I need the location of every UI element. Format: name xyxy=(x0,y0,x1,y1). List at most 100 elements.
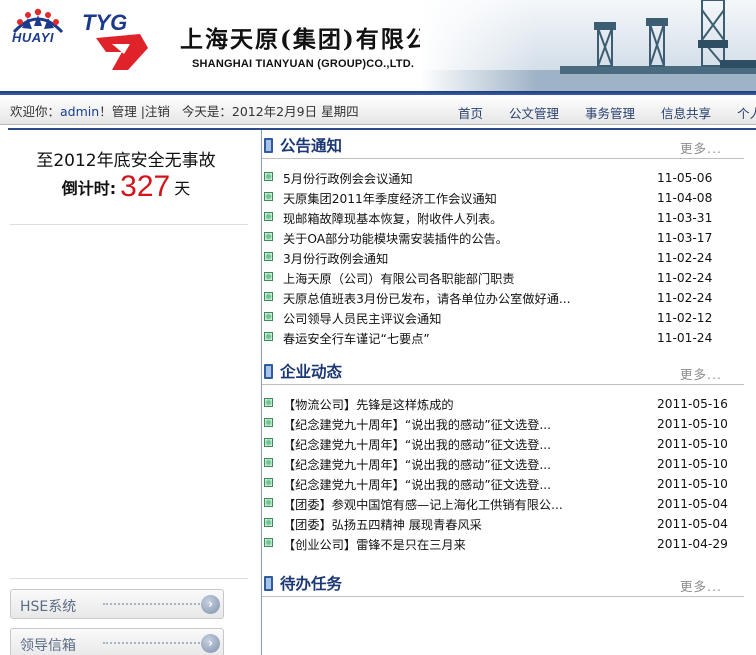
bullet-icon xyxy=(264,292,273,301)
today-label: 今天是： xyxy=(181,104,232,119)
list-item-date: 11-03-17 xyxy=(657,231,713,245)
bullet-icon xyxy=(264,478,273,487)
list-item[interactable]: 现邮箱故障现基本恢复，附收件人列表。 11-03-31 xyxy=(262,208,756,228)
bullet-icon xyxy=(264,212,273,221)
username: admin xyxy=(60,104,100,119)
list-item-date: 11-02-12 xyxy=(657,311,713,325)
divider xyxy=(262,596,744,597)
list-item-date: 11-02-24 xyxy=(657,291,713,305)
list-item[interactable]: 【纪念建党九十周年】“说出我的感动”征文选登... 2011-05-10 xyxy=(262,414,756,434)
list-item[interactable]: 【创业公司】雷锋不是只在三月来 2011-04-29 xyxy=(262,534,756,554)
list-item-date: 2011-05-10 xyxy=(657,477,728,491)
nav-item-affairs[interactable]: 事务管理 xyxy=(585,103,635,122)
list-item[interactable]: 春运安全行车谨记“七要点” 11-01-24 xyxy=(262,328,756,348)
list-item[interactable]: 【团委】弘扬五四精神 展现青春风采 2011-05-04 xyxy=(262,514,756,534)
arrow-right-icon: › xyxy=(201,634,220,653)
welcome-bar: 欢迎你：admin！管理 |注销 今天是：2012年2月9日 星期四 xyxy=(10,101,359,120)
countdown-label: 倒计时: xyxy=(61,179,117,198)
list-item-title[interactable]: 天原总值班表3月份已发布，请各单位办公室做好通... xyxy=(283,289,571,307)
divider xyxy=(262,384,744,385)
countdown-days: 327 xyxy=(120,170,171,203)
welcome-exclaim: ！ xyxy=(99,104,112,119)
list-item-date: 11-03-31 xyxy=(657,211,713,225)
list-item-date: 11-01-24 xyxy=(657,331,713,345)
bullet-icon xyxy=(264,232,273,241)
todo-header: 待办任务 更多... xyxy=(262,570,756,597)
today-weekday: 星期四 xyxy=(321,104,359,119)
list-item-title[interactable]: 天原集团2011年季度经济工作会议通知 xyxy=(283,189,497,207)
bullet-icon xyxy=(264,418,273,427)
list-item-title[interactable]: 现邮箱故障现基本恢复，附收件人列表。 xyxy=(283,209,502,227)
list-item[interactable]: 5月份行政例会会议通知 11-05-06 xyxy=(262,168,756,188)
huayi-logo-text: HUAYI xyxy=(12,30,54,45)
hse-system-button[interactable]: HSE系统 › xyxy=(10,589,224,619)
list-item[interactable]: 【纪念建党九十周年】“说出我的感动”征文选登... 2011-05-10 xyxy=(262,454,756,474)
list-item-title[interactable]: 【纪念建党九十周年】“说出我的感动”征文选登... xyxy=(283,475,551,493)
header-banner: HUAYI TYG 上海天原(集团)有限公司 SHANGHAI TIANYUAN… xyxy=(0,0,756,92)
manage-link[interactable]: 管理 xyxy=(112,104,137,119)
news-more-link[interactable]: 更多... xyxy=(680,364,722,383)
bullet-icon xyxy=(264,538,273,547)
list-item[interactable]: 公司领导人员民主评议会通知 11-02-12 xyxy=(262,308,756,328)
list-item-title[interactable]: 【纪念建党九十周年】“说出我的感动”征文选登... xyxy=(283,435,551,453)
top-navbar: 欢迎你：admin！管理 |注销 今天是：2012年2月9日 星期四 首页 公文管… xyxy=(0,95,756,125)
todo-more-link[interactable]: 更多... xyxy=(680,576,722,595)
list-item[interactable]: 3月份行政例会通知 11-02-24 xyxy=(262,248,756,268)
list-item-title[interactable]: 【团委】参观中国馆有感—记上海化工供销有限公... xyxy=(283,495,563,513)
nav-item-info-share[interactable]: 信息共享 xyxy=(661,103,711,122)
news-title: 企业动态 xyxy=(280,363,343,381)
bullet-icon xyxy=(264,498,273,507)
list-item[interactable]: 关于OA部分功能模块需安装插件的公告。 11-03-17 xyxy=(262,228,756,248)
list-item-date: 11-02-24 xyxy=(657,251,713,265)
list-item[interactable]: 上海天原（公司）有限公司各职能部门职责 11-02-24 xyxy=(262,268,756,288)
list-item[interactable]: 天原集团2011年季度经济工作会议通知 11-04-08 xyxy=(262,188,756,208)
announcements-title: 公告通知 xyxy=(280,137,343,155)
nav-item-documents[interactable]: 公文管理 xyxy=(509,103,559,122)
list-item-title[interactable]: 3月份行政例会通知 xyxy=(283,249,388,267)
todo-title: 待办任务 xyxy=(280,575,343,593)
list-item-date: 2011-05-16 xyxy=(657,397,728,411)
list-item-date: 11-05-06 xyxy=(657,171,713,185)
divider xyxy=(10,224,248,225)
list-item-title[interactable]: 【纪念建党九十周年】“说出我的感动”征文选登... xyxy=(283,415,551,433)
leader-mailbox-button[interactable]: 领导信箱 › xyxy=(10,628,224,655)
list-item-title[interactable]: 公司领导人员民主评议会通知 xyxy=(283,309,441,327)
list-item[interactable]: 【纪念建党九十周年】“说出我的感动”征文选登... 2011-05-10 xyxy=(262,434,756,454)
list-item-title[interactable]: 【团委】弘扬五四精神 展现青春风采 xyxy=(283,515,482,533)
bullet-icon xyxy=(264,172,273,181)
list-item-date: 2011-05-04 xyxy=(657,517,728,531)
list-item-title[interactable]: 上海天原（公司）有限公司各职能部门职责 xyxy=(283,269,515,287)
list-item-title[interactable]: 5月份行政例会会议通知 xyxy=(283,169,413,187)
bullet-icon xyxy=(264,332,273,341)
divider xyxy=(10,578,248,579)
list-item[interactable]: 天原总值班表3月份已发布，请各单位办公室做好通... 11-02-24 xyxy=(262,288,756,308)
list-item-title[interactable]: 【创业公司】雷锋不是只在三月来 xyxy=(283,535,466,553)
list-item-title[interactable]: 春运安全行车谨记“七要点” xyxy=(283,329,430,347)
left-sidebar: 至2012年底安全无事故 倒计时: 327 天 HSE系统 › 领导信箱 › xyxy=(0,130,252,655)
list-item-title[interactable]: 【物流公司】先锋是这样炼成的 xyxy=(283,395,454,413)
nav-item-personal[interactable]: 个人 xyxy=(737,103,756,122)
dotted-leader xyxy=(103,642,203,644)
list-item[interactable]: 【物流公司】先锋是这样炼成的 2011-05-16 xyxy=(262,394,756,414)
leader-mailbox-label: 领导信箱 xyxy=(20,638,76,654)
arrow-right-icon: › xyxy=(201,595,220,614)
list-item-title[interactable]: 关于OA部分功能模块需安装插件的公告。 xyxy=(283,229,508,247)
bullet-icon xyxy=(264,312,273,321)
nav-item-home[interactable]: 首页 xyxy=(458,103,483,122)
section-marker-icon xyxy=(264,138,273,153)
list-item-date: 11-04-08 xyxy=(657,191,713,205)
news-list: 【物流公司】先锋是这样炼成的 2011-05-16 【纪念建党九十周年】“说出我的感… xyxy=(262,394,756,554)
todo-panel: 待办任务 更多... xyxy=(262,570,756,650)
bullet-icon xyxy=(264,438,273,447)
tyg-wordmark: TYG xyxy=(82,10,127,35)
list-item[interactable]: 【纪念建党九十周年】“说出我的感动”征文选登... 2011-05-10 xyxy=(262,474,756,494)
list-item-date: 2011-04-29 xyxy=(657,537,728,551)
list-item-title[interactable]: 【纪念建党九十周年】“说出我的感动”征文选登... xyxy=(283,455,551,473)
list-item-date: 2011-05-10 xyxy=(657,437,728,451)
announcements-more-link[interactable]: 更多... xyxy=(680,138,722,157)
bullet-icon xyxy=(264,252,273,261)
welcome-label: 欢迎你： xyxy=(10,104,61,119)
list-item-date: 2011-05-04 xyxy=(657,497,728,511)
logout-link[interactable]: 注销 xyxy=(145,104,170,119)
list-item[interactable]: 【团委】参观中国馆有感—记上海化工供销有限公... 2011-05-04 xyxy=(262,494,756,514)
